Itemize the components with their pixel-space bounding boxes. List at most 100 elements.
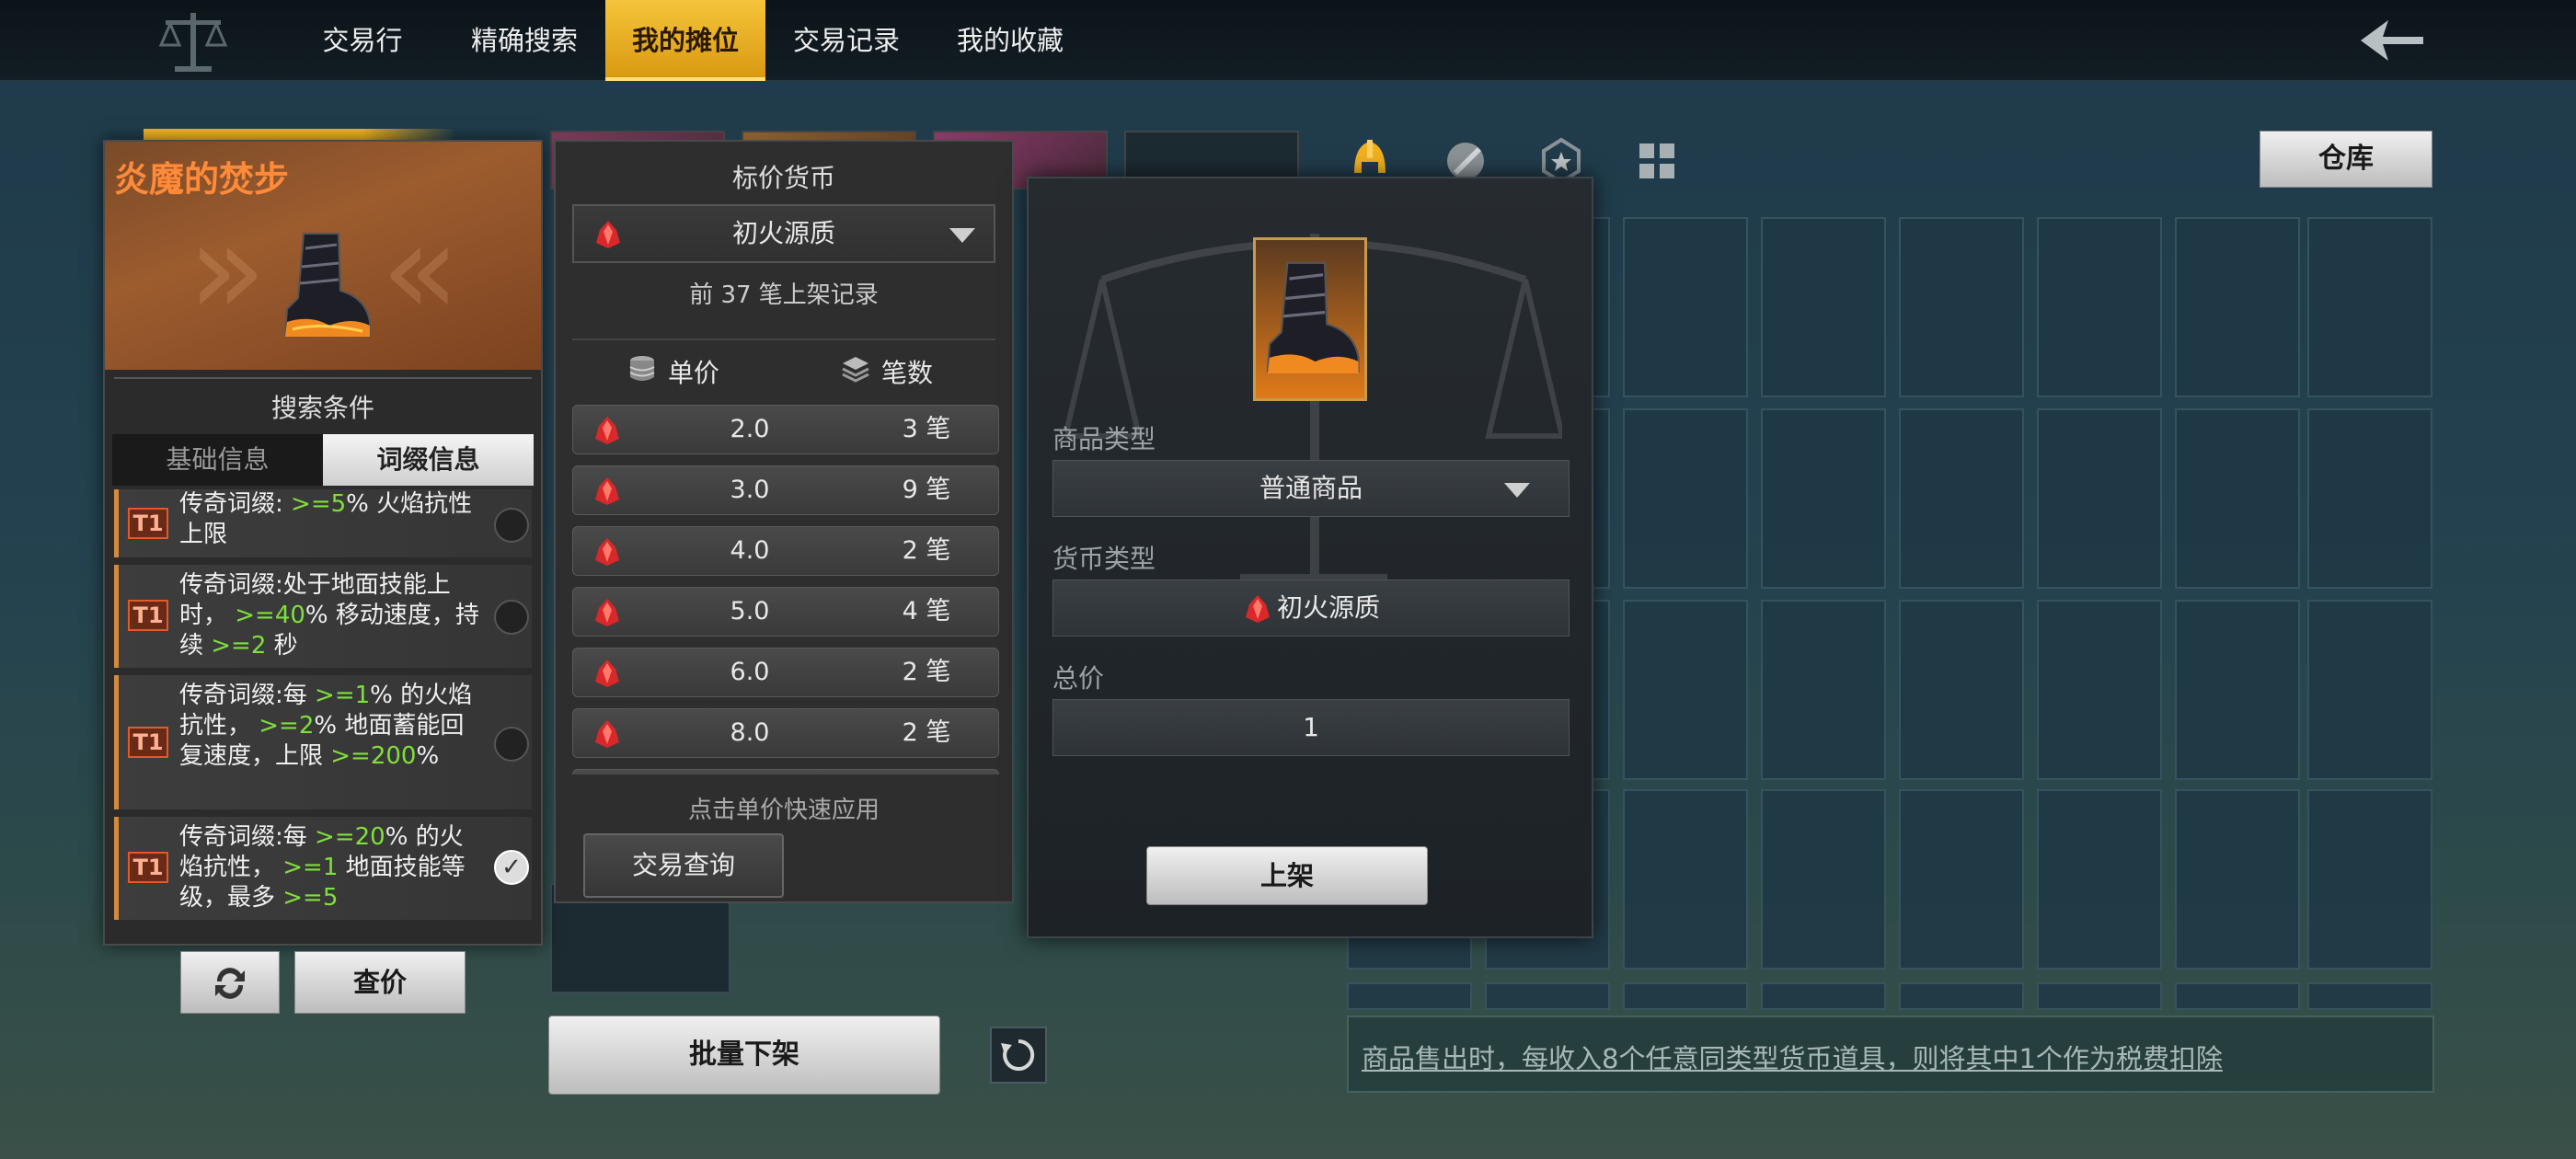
affix-checkbox[interactable]	[494, 727, 529, 762]
listing-count-value: 4 笔	[902, 597, 951, 625]
inventory-slot[interactable]	[2307, 600, 2432, 780]
inventory-slot[interactable]	[2307, 408, 2432, 589]
layers-icon	[842, 357, 869, 383]
affix-row[interactable]: T1 传奇词缀:每 >=1% 的火焰抗性， >=2% 地面蓄能回复速度，上限 >…	[114, 675, 532, 809]
inventory-slot[interactable]	[2307, 982, 2432, 1010]
inventory-slot[interactable]	[2037, 217, 2162, 397]
affix-row[interactable]: T1 传奇词缀: >=5% 火焰抗性上限	[114, 489, 532, 557]
count-header: 笔数	[881, 358, 934, 388]
tier-badge: T1	[128, 727, 168, 758]
affix-checkbox[interactable]	[494, 508, 529, 543]
inventory-slot[interactable]	[1761, 217, 1886, 397]
dropdown-arrow-icon	[949, 228, 975, 243]
affix-checkbox-checked[interactable]: ✓	[494, 850, 529, 885]
quick-apply-hint: 点击单价快速应用	[687, 797, 880, 824]
price-row[interactable]	[572, 769, 999, 775]
affix-row[interactable]: T1 传奇词缀:处于地面技能上时， >=40% 移动速度，持续 >=2 秒	[114, 565, 532, 668]
inventory-slot[interactable]	[2175, 600, 2300, 780]
tab-precise-search[interactable]: 精确搜索	[460, 0, 589, 81]
inventory-slot[interactable]	[1761, 600, 1886, 780]
inventory-slot[interactable]	[2307, 789, 2432, 970]
inventory-slot[interactable]	[1761, 789, 1886, 970]
inventory-slot[interactable]	[1899, 789, 2024, 970]
tab-basic-info[interactable]: 基础信息	[112, 434, 323, 486]
grid-category-icon[interactable]	[1632, 136, 1682, 186]
inventory-slot[interactable]	[2037, 982, 2162, 1010]
tier-badge: T1	[128, 508, 168, 539]
price-currency-panel: 标价货币 初火源质 前 37 笔上架记录 单价 笔数 2.0 3 笔 3.0 9 笔 4…	[554, 140, 1014, 903]
reset-filter-button[interactable]	[180, 951, 280, 1014]
affix-row[interactable]: T1 传奇词缀:每 >=20% 的火焰抗性， >=1 地面技能等级，最多 >=5…	[114, 817, 532, 920]
inventory-slot[interactable]	[1899, 600, 2024, 780]
inventory-slot[interactable]	[1899, 982, 2024, 1010]
records-note: 前 37 笔上架记录	[689, 281, 879, 309]
price-currency-title: 标价货币	[731, 163, 835, 193]
inventory-slot[interactable]	[1485, 982, 1610, 1010]
unit-price-value: 6.0	[730, 658, 770, 686]
inventory-slot[interactable]	[1623, 982, 1748, 1010]
total-price-input[interactable]: 1	[1052, 699, 1570, 756]
inventory-slot[interactable]	[1899, 408, 2024, 589]
inventory-slot[interactable]	[1347, 982, 1472, 1010]
ember-crystal-icon	[595, 720, 619, 748]
item-header: 炎魔的焚步 » «	[105, 142, 541, 370]
tax-note-banner: 商品售出时，每收入8个任意同类型货币道具，则将其中1个作为税费扣除	[1347, 1016, 2434, 1093]
inventory-slot[interactable]	[2175, 217, 2300, 397]
tab-trade-market[interactable]: 交易行	[304, 0, 421, 81]
listing-count-value: 2 笔	[902, 658, 951, 686]
total-price-label: 总价	[1052, 663, 1105, 694]
search-conditions-title: 搜索条件	[270, 393, 374, 423]
tab-my-favorites[interactable]: 我的收藏	[948, 0, 1073, 81]
inventory-slot[interactable]	[1899, 217, 2024, 397]
goods-type-value: 普通商品	[1259, 473, 1363, 503]
affix-checkbox[interactable]	[494, 600, 529, 635]
price-row[interactable]: 2.0 3 笔	[572, 405, 999, 454]
dropdown-arrow-icon	[1504, 483, 1530, 498]
price-row[interactable]: 4.0 2 笔	[572, 526, 999, 576]
item-detail-panel: 炎魔的焚步 » « 搜索条件 基础信息 词缀信息 T1 传奇词缀: >=5% 火…	[103, 140, 543, 946]
inventory-slot[interactable]	[1623, 217, 1748, 397]
inventory-slot[interactable]	[2037, 408, 2162, 589]
price-row[interactable]: 6.0 2 笔	[572, 648, 999, 697]
inventory-slot[interactable]	[2175, 408, 2300, 589]
affix-text: 传奇词缀:每 >=1% 的火焰抗性， >=2% 地面蓄能回复速度，上限 >=20…	[179, 682, 473, 770]
unit-price-header: 单价	[668, 358, 720, 388]
list-item-button[interactable]: 上架	[1146, 846, 1428, 905]
affix-text: 传奇词缀:处于地面技能上时， >=40% 移动速度，持续 >=2 秒	[179, 571, 479, 660]
refresh-button[interactable]	[990, 1027, 1047, 1084]
goods-type-label: 商品类型	[1052, 424, 1156, 454]
tab-affix-info[interactable]: 词缀信息	[323, 434, 534, 486]
check-price-button[interactable]: 查价	[294, 951, 466, 1014]
ember-crystal-icon	[595, 417, 619, 444]
inventory-slot[interactable]	[2307, 217, 2432, 397]
currency-type-field: 初火源质	[1052, 580, 1570, 637]
price-row[interactable]: 3.0 9 笔	[572, 465, 999, 515]
tax-note-text[interactable]: 商品售出时，每收入8个任意同类型货币道具，则将其中1个作为税费扣除	[1362, 1038, 2223, 1076]
price-row[interactable]: 8.0 2 笔	[572, 708, 999, 758]
boots-item-icon	[283, 233, 371, 337]
goods-type-dropdown[interactable]: 普通商品	[1052, 460, 1570, 517]
inventory-slot[interactable]	[2175, 789, 2300, 970]
price-list[interactable]: 2.0 3 笔 3.0 9 笔 4.0 2 笔 5.0 4 笔 6.0 2 笔 8.0 2 笔	[556, 401, 1012, 775]
warehouse-button[interactable]: 仓库	[2260, 131, 2432, 188]
inventory-slot[interactable]	[2175, 982, 2300, 1010]
tab-my-stall[interactable]: 我的摊位	[605, 0, 765, 81]
item-thumbnail	[1253, 237, 1367, 401]
price-row[interactable]: 5.0 4 笔	[572, 587, 999, 637]
unit-price-value: 3.0	[730, 476, 770, 504]
currency-type-label: 货币类型	[1052, 544, 1156, 574]
divider	[114, 377, 532, 379]
inventory-slot[interactable]	[1623, 789, 1748, 970]
currency-dropdown[interactable]: 初火源质	[572, 204, 995, 263]
inventory-slot[interactable]	[1761, 982, 1886, 1010]
unit-price-value: 2.0	[730, 415, 770, 443]
trade-query-button[interactable]: 交易查询	[583, 833, 784, 898]
back-arrow-icon[interactable]	[2355, 11, 2429, 70]
inventory-slot[interactable]	[1623, 600, 1748, 780]
tab-trade-records[interactable]: 交易记录	[784, 0, 909, 81]
inventory-slot[interactable]	[1623, 408, 1748, 589]
inventory-slot[interactable]	[2037, 600, 2162, 780]
inventory-slot[interactable]	[1761, 408, 1886, 589]
batch-delist-button[interactable]: 批量下架	[548, 1016, 940, 1095]
inventory-slot[interactable]	[2037, 789, 2162, 970]
